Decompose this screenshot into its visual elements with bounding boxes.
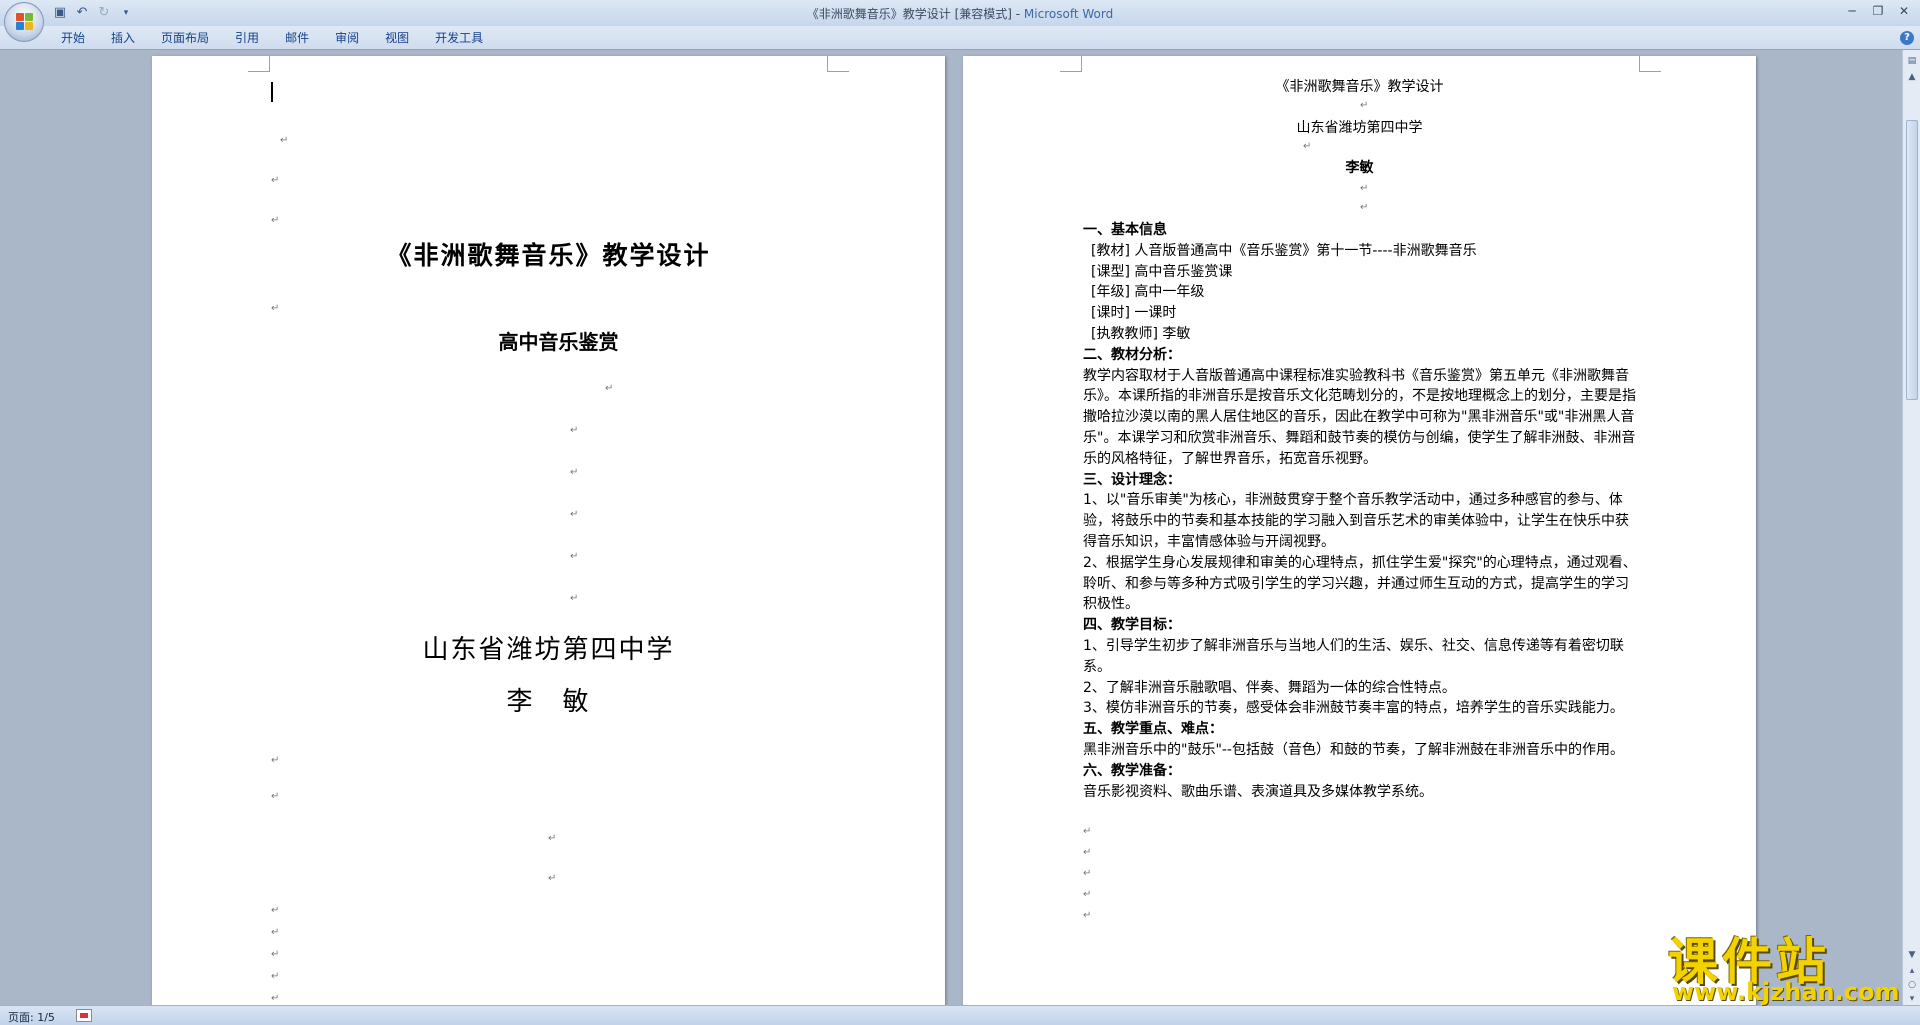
- tab-references[interactable]: 引用: [222, 30, 272, 46]
- office-button[interactable]: [4, 2, 44, 42]
- material-analysis-paragraph: 教学内容取材于人音版普通高中课程标准实验教科书《音乐鉴赏》第五单元《非洲歌舞音乐…: [1083, 367, 1636, 467]
- tab-page-layout[interactable]: 页面布局: [148, 30, 222, 46]
- section-heading-objectives: 四、教学目标：: [1083, 617, 1181, 634]
- paragraph-mark: ↵: [1083, 888, 1092, 900]
- paragraph-mark: ↵: [271, 949, 280, 960]
- paragraph-mark: ↵: [570, 509, 579, 520]
- page-content[interactable]: 《非洲歌舞音乐》教学设计 ↵ 山东省潍坊第四中学 ↵ 李敏 ↵ ↵ 一、基本信息…: [963, 56, 1756, 1005]
- paragraph-mark: ↵: [271, 791, 280, 802]
- paragraph-mark: ↵: [271, 303, 280, 314]
- cover-school: 山东省潍坊第四中学: [422, 635, 675, 665]
- title-bar: ▣ ↶ ↻ ▾ 《非洲歌舞音乐》教学设计 [兼容模式] - Microsoft …: [0, 0, 1920, 42]
- info-class-hours: [课时] 一课时: [1091, 305, 1177, 322]
- paragraph-mark: ↵: [1083, 867, 1092, 879]
- paragraph-mark: ↵: [1083, 826, 1092, 838]
- paragraph-mark: ↵: [570, 467, 579, 478]
- paragraph-mark: ↵: [271, 905, 280, 916]
- tab-review[interactable]: 审阅: [322, 30, 372, 46]
- paragraph-mark: ↵: [271, 755, 280, 766]
- doc-school: 山东省潍坊第四中学: [1296, 120, 1423, 136]
- paragraph-mark: ↵: [271, 175, 280, 186]
- section-heading-design-concept: 三、设计理念：: [1083, 471, 1181, 488]
- scroll-up-icon[interactable]: ▲: [1905, 70, 1919, 84]
- document-title: 《非洲歌舞音乐》教学设计 [兼容模式] -: [806, 7, 1024, 21]
- paragraph-mark: ↵: [271, 971, 280, 982]
- tab-insert[interactable]: 插入: [98, 30, 148, 46]
- section-heading-key-points: 五、教学重点、难点：: [1083, 721, 1223, 738]
- next-page-icon[interactable]: ▾: [1905, 992, 1919, 1006]
- paragraph-mark: ↵: [1303, 141, 1312, 152]
- window-controls: ─ ❐ ✕: [1840, 2, 1916, 20]
- window-title: 《非洲歌舞音乐》教学设计 [兼容模式] - Microsoft Word: [0, 5, 1920, 22]
- key-points-paragraph: 黑非洲音乐中的"鼓乐"--包括鼓（音色）和鼓的节奏，了解非洲鼓在非洲音乐中的作用…: [1083, 741, 1624, 758]
- paragraph-mark: ↵: [271, 993, 280, 1004]
- paragraph-mark: ↵: [570, 425, 579, 436]
- select-browse-object-icon[interactable]: ○: [1905, 978, 1919, 992]
- margin-corner: [1060, 56, 1082, 72]
- status-bar: 页面: 1/5: [0, 1005, 1920, 1025]
- objective-paragraph: 3、模仿非洲音乐的节奏，感受体会非洲鼓节奏丰富的特点，培养学生的音乐实践能力。: [1083, 700, 1624, 717]
- help-icon[interactable]: ?: [1900, 31, 1914, 45]
- margin-corner: [248, 56, 270, 72]
- office-logo-icon: [16, 13, 34, 31]
- design-concept-paragraph: 2、根据学生身心发展规律和审美的心理特点，抓住学生爱"探究"的心理特点，通过观看…: [1083, 554, 1637, 613]
- paragraph-mark: ↵: [1360, 202, 1369, 213]
- section-heading-basic-info: 一、基本信息: [1083, 222, 1167, 238]
- paragraph-mark: ↵: [1360, 183, 1369, 194]
- paragraph-mark: ↵: [1083, 847, 1092, 859]
- minimize-icon[interactable]: ─: [1840, 2, 1864, 20]
- paragraph-mark: ↵: [1083, 909, 1092, 921]
- cover-author: 李 敏: [506, 687, 591, 717]
- design-concept-paragraph: 1、以"音乐审美"为核心，非洲鼓贯穿于整个音乐教学活动中，通过多种感官的参与、体…: [1083, 492, 1629, 550]
- paragraph-mark: ↵: [548, 833, 557, 844]
- page-cover[interactable]: ↵ ↵ ↵ 《非洲歌舞音乐》教学设计 ↵ 高中音乐鉴赏 ↵ ↵ ↵ ↵ ↵ ↵ …: [152, 56, 945, 1005]
- scroll-down-icon[interactable]: ▼: [1905, 948, 1919, 962]
- maximize-icon[interactable]: ❐: [1866, 2, 1890, 20]
- preparation-paragraph: 音乐影视资料、歌曲乐谱、表演道具及多媒体教学系统。: [1083, 783, 1433, 800]
- cover-subtitle: 高中音乐鉴赏: [498, 330, 619, 354]
- doc-body: 一、基本信息 [教材] 人音版普通高中《音乐鉴赏》第十一节----非洲歌舞音乐 …: [1083, 220, 1641, 926]
- info-textbook: [教材] 人音版普通高中《音乐鉴赏》第十一节----非洲歌舞音乐: [1091, 242, 1477, 259]
- paragraph-mark: ↵: [605, 383, 614, 394]
- margin-corner: [1639, 56, 1661, 72]
- vertical-scrollbar[interactable]: ▤ ▲ ▼ ▴ ○ ▾: [1902, 50, 1920, 1005]
- info-teacher: [执教教师] 李敏: [1091, 325, 1191, 342]
- tab-mailings[interactable]: 邮件: [272, 30, 322, 46]
- ruler-toggle-icon[interactable]: ▤: [1905, 54, 1919, 68]
- ribbon: 开始 插入 页面布局 引用 邮件 审阅 视图 开发工具 ?: [0, 26, 1920, 50]
- paragraph-mark: ↵: [570, 593, 579, 604]
- scroll-thumb[interactable]: [1906, 120, 1918, 400]
- paragraph-mark: ↵: [280, 135, 289, 146]
- text-cursor: [271, 82, 273, 102]
- doc-title: 《非洲歌舞音乐》教学设计: [1275, 79, 1444, 95]
- cover-title: 《非洲歌舞音乐》教学设计: [386, 241, 711, 270]
- watermark-url: www.kjzhan.com: [1672, 978, 1900, 1006]
- tab-developer[interactable]: 开发工具: [422, 30, 496, 46]
- doc-author: 李敏: [1345, 160, 1374, 176]
- ribbon-tabs: 开始 插入 页面布局 引用 邮件 审阅 视图 开发工具: [48, 30, 496, 46]
- section-heading-preparation: 六、教学准备：: [1083, 762, 1181, 779]
- paragraph-mark: ↵: [271, 927, 280, 938]
- app-name: Microsoft Word: [1023, 7, 1114, 21]
- paragraph-mark: ↵: [271, 215, 280, 226]
- tab-view[interactable]: 视图: [372, 30, 422, 46]
- tab-home[interactable]: 开始: [48, 30, 98, 46]
- objective-paragraph: 1、引导学生初步了解非洲音乐与当地人们的生活、娱乐、社交、信息传递等有着密切联系…: [1083, 637, 1624, 675]
- document-workspace[interactable]: ↵ ↵ ↵ 《非洲歌舞音乐》教学设计 ↵ 高中音乐鉴赏 ↵ ↵ ↵ ↵ ↵ ↵ …: [0, 50, 1902, 1005]
- info-lesson-type: [课型] 高中音乐鉴赏课: [1091, 263, 1233, 280]
- objective-paragraph: 2、了解非洲音乐融歌唱、伴奏、舞蹈为一体的综合性特点。: [1083, 679, 1456, 696]
- macro-record-icon[interactable]: [76, 1009, 92, 1022]
- margin-corner: [827, 56, 849, 72]
- watermark-logo: 课件站 www.kjzhan.com: [1668, 922, 1904, 1008]
- section-heading-material-analysis: 二、教材分析：: [1083, 346, 1181, 363]
- previous-page-icon[interactable]: ▴: [1905, 964, 1919, 978]
- paragraph-mark: ↵: [570, 551, 579, 562]
- info-grade: [年级] 高中一年级: [1091, 284, 1205, 301]
- paragraph-mark: ↵: [1360, 100, 1369, 111]
- close-icon[interactable]: ✕: [1892, 2, 1916, 20]
- page-indicator[interactable]: 页面: 1/5: [8, 1009, 55, 1025]
- paragraph-mark: ↵: [548, 873, 557, 884]
